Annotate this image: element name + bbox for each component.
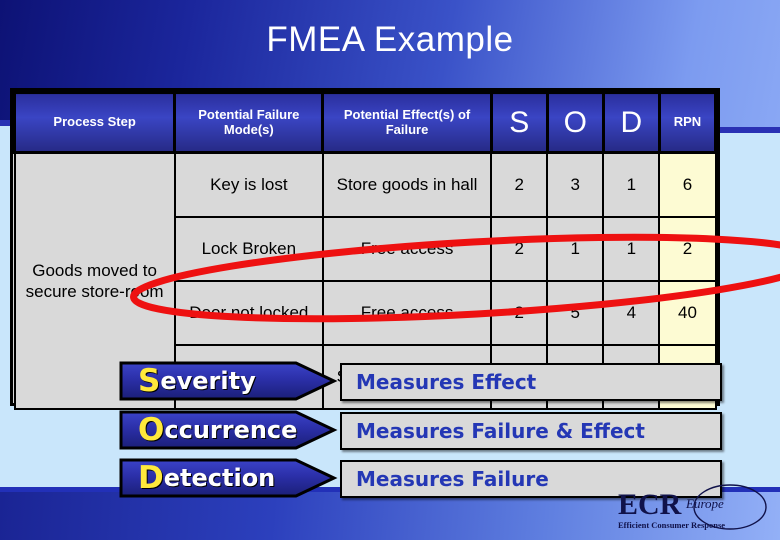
definition-text: Measures Effect (356, 370, 537, 394)
callout-initial: S (138, 362, 161, 399)
callout-rest: ccurrence (164, 416, 298, 444)
callout-label: Occurrence (138, 409, 297, 451)
svg-text:Europe: Europe (685, 496, 724, 511)
callout-detection: Detection (118, 457, 340, 499)
table-header-row: Process Step Potential Failure Mode(s) P… (12, 91, 718, 154)
cell-failure-effect: Store goods in hall (321, 151, 493, 218)
callout-label: Severity (138, 360, 256, 402)
slide-title: FMEA Example (266, 20, 514, 59)
column-header-process-step: Process Step (12, 91, 177, 154)
cell-failure-effect: Free access (321, 215, 493, 282)
column-header-failure-effect: Potential Effect(s) of Failure (321, 91, 493, 154)
cell-detection: 1 (602, 151, 661, 218)
callout-label: Detection (138, 457, 275, 499)
fmea-table: Process Step Potential Failure Mode(s) P… (10, 88, 720, 410)
callout-initial: O (138, 411, 165, 448)
slide-canvas: FMEA Example Process Step Potential Fail… (0, 0, 780, 540)
callout-rest: everity (160, 367, 256, 395)
svg-text:Efficient Consumer Response: Efficient Consumer Response (618, 520, 725, 530)
column-header-detection: D (601, 91, 661, 154)
cell-detection: 1 (602, 215, 661, 282)
cell-failure-mode: Key is lost (173, 151, 324, 218)
callout-severity: Severity (118, 360, 340, 402)
column-header-rpn: RPN (657, 91, 718, 154)
cell-detection: 4 (602, 279, 661, 346)
definition-box-occurrence: Measures Failure & Effect (340, 412, 722, 450)
column-header-severity: S (489, 91, 549, 154)
svg-text:ECR: ECR (618, 488, 682, 521)
callout-initial: D (138, 459, 164, 496)
cell-occurrence: 3 (546, 151, 605, 218)
cell-severity: 2 (490, 151, 549, 218)
callout-occurrence: Occurrence (118, 409, 340, 451)
cell-rpn: 40 (658, 279, 717, 346)
definition-text: Measures Failure (356, 467, 549, 491)
cell-occurrence: 1 (546, 215, 605, 282)
definition-text: Measures Failure & Effect (356, 419, 645, 443)
cell-severity: 2 (490, 215, 549, 282)
cell-occurrence: 5 (546, 279, 605, 346)
column-header-occurrence: O (545, 91, 605, 154)
definition-box-severity: Measures Effect (340, 363, 722, 401)
ecr-europe-logo: ECR Europe Efficient Consumer Response (618, 484, 767, 530)
table-row: Goods moved to secure store-room Key is … (13, 151, 717, 410)
cell-rpn: 6 (658, 151, 717, 218)
cell-failure-mode: Door not locked (173, 279, 324, 346)
cell-severity: 2 (490, 279, 549, 346)
cell-failure-mode: Lock Broken (173, 215, 324, 282)
column-header-failure-mode: Potential Failure Mode(s) (173, 91, 325, 154)
cell-failure-effect: Free access (321, 279, 493, 346)
callout-rest: etection (163, 464, 276, 492)
cell-rpn: 2 (658, 215, 717, 282)
